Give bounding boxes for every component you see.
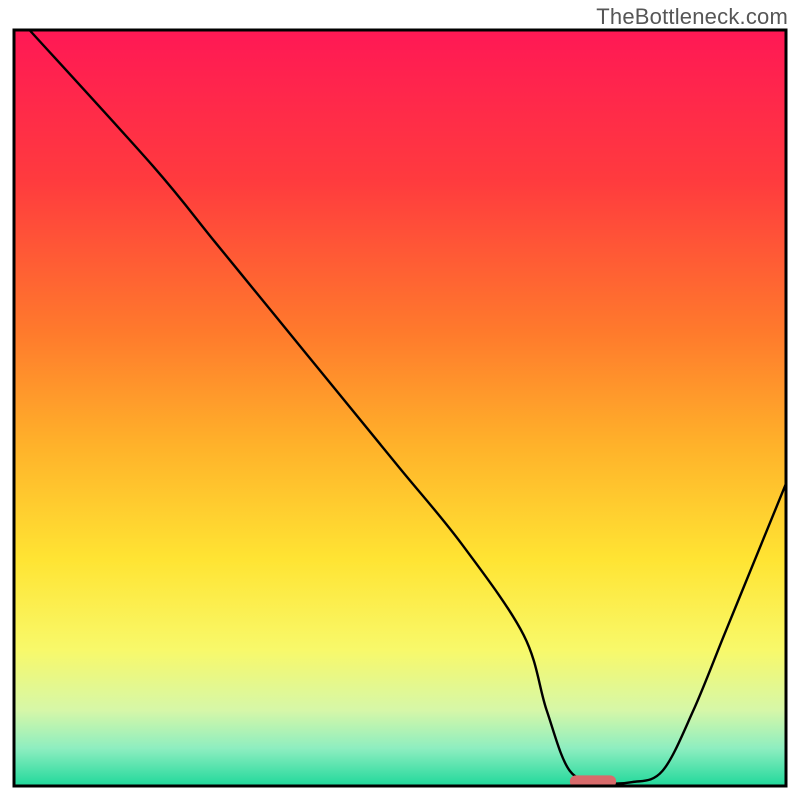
plot-area — [14, 30, 786, 788]
watermark-text: TheBottleneck.com — [596, 4, 788, 30]
chart-container: TheBottleneck.com — [0, 0, 800, 800]
gradient-background — [14, 30, 786, 786]
chart-svg — [0, 0, 800, 800]
